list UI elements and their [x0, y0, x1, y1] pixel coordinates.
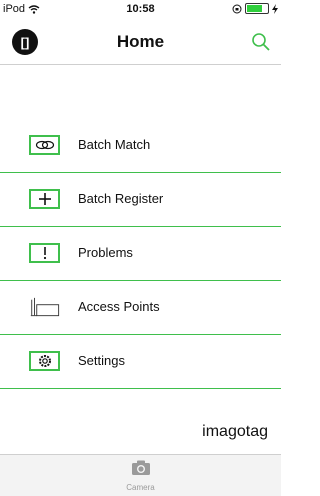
charging-icon	[272, 3, 278, 14]
menu-item-problems[interactable]: Problems	[0, 227, 281, 281]
menu-item-label: Batch Register	[78, 191, 164, 206]
menu-item-settings[interactable]: Settings	[0, 335, 281, 389]
tab-camera[interactable]: Camera	[0, 459, 281, 492]
menu-list: Batch Match Batch Register Problems Acce…	[0, 119, 281, 389]
tab-camera-label: Camera	[126, 483, 155, 492]
tab-bar: Camera	[0, 454, 281, 496]
status-bar: iPod 10:58	[0, 0, 281, 20]
menu-item-label: Access Points	[78, 299, 160, 314]
page-title: Home	[116, 32, 165, 51]
search-icon[interactable]	[251, 32, 271, 52]
nav-bar: [] Home	[0, 20, 281, 65]
camera-icon	[131, 460, 150, 475]
settings-icon	[29, 351, 60, 371]
menu-item-label: Batch Match	[78, 137, 151, 152]
battery-icon	[245, 3, 269, 14]
brand-logo: imagotag	[202, 423, 268, 440]
link-icon	[29, 135, 60, 155]
menu-item-batch-register[interactable]: Batch Register	[0, 173, 281, 227]
access-point-icon	[29, 297, 60, 317]
menu-item-access-points[interactable]: Access Points	[0, 281, 281, 335]
menu-item-batch-match[interactable]: Batch Match	[0, 119, 281, 173]
menu-item-label: Problems	[78, 245, 133, 260]
menu-item-label: Settings	[78, 353, 125, 368]
status-right	[232, 3, 278, 14]
plus-icon	[29, 189, 60, 209]
exclamation-icon	[29, 243, 60, 263]
orientation-lock-icon	[232, 4, 242, 13]
